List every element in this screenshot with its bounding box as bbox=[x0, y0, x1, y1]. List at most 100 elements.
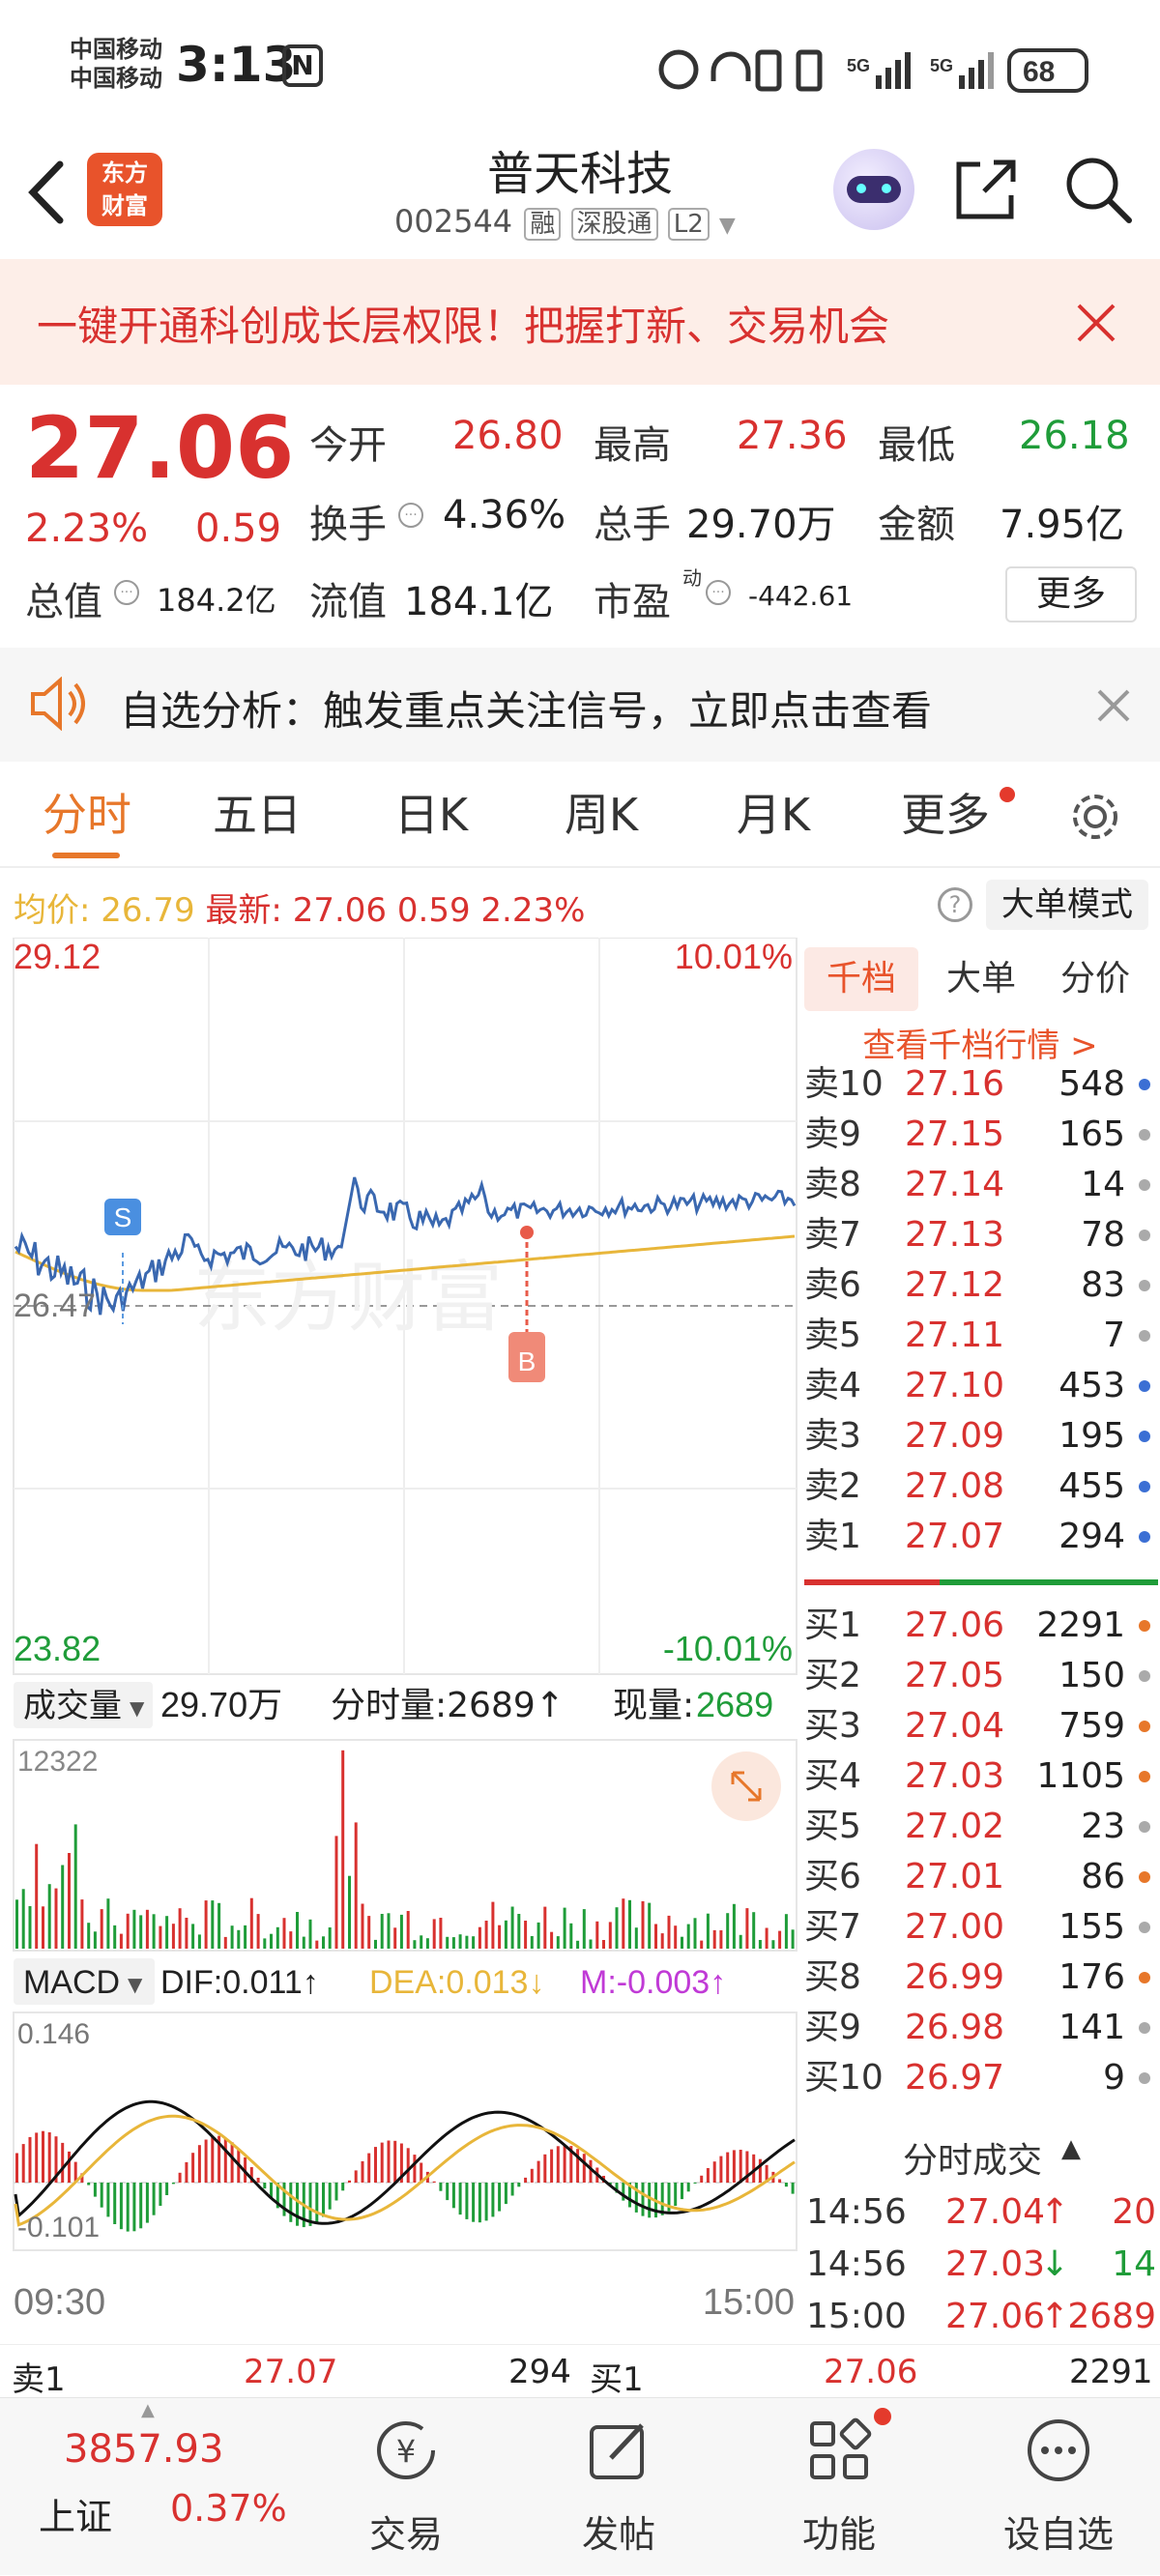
info-icon[interactable]: ··· bbox=[114, 580, 139, 605]
robot-assistant-icon[interactable] bbox=[833, 149, 914, 230]
promo-banner[interactable]: 一键开通科创成长层权限！把握打新、交易机会 bbox=[0, 259, 1160, 385]
intraday-chart[interactable]: 东方财富 S B 29.12 10.01% 26.47 23.82 -10.01… bbox=[0, 938, 800, 2344]
help-icon[interactable]: ? bbox=[938, 887, 972, 922]
tab-depth[interactable]: 千档 bbox=[804, 947, 918, 1011]
macd-bar bbox=[451, 2183, 455, 2209]
network-1-label: 5G bbox=[847, 56, 870, 75]
bid-row[interactable]: 买7 27.00 155 bbox=[800, 1902, 1160, 1953]
search-icon[interactable] bbox=[1061, 153, 1135, 226]
brand-logo[interactable]: 东方 财富 bbox=[87, 153, 162, 226]
volume-bar bbox=[87, 1923, 91, 1949]
chg-value: 0.59 bbox=[396, 891, 471, 930]
bid-row[interactable]: 买2 27.05 150 bbox=[800, 1651, 1160, 1701]
trades-header[interactable]: 分时成交 ▲ bbox=[800, 2127, 1160, 2185]
volume-bar bbox=[113, 1925, 117, 1949]
share-icon[interactable] bbox=[951, 155, 1021, 224]
nav-add-watchlist[interactable]: 设自选 bbox=[957, 2398, 1160, 2576]
bid-level: 买3 bbox=[804, 1706, 861, 1746]
big-order-mode-button[interactable]: 大单模式 bbox=[986, 880, 1148, 930]
tab-monthly-k[interactable]: 月K bbox=[706, 762, 841, 868]
ask-row[interactable]: 卖10 27.16 548 bbox=[800, 1059, 1160, 1110]
macd-bar bbox=[458, 2183, 462, 2215]
last-price: 27.06 bbox=[25, 398, 295, 498]
bid-row[interactable]: 买1 27.06 2291 bbox=[800, 1601, 1160, 1651]
tab-five-day[interactable]: 五日 bbox=[189, 762, 325, 868]
ask-volume: 83 bbox=[1081, 1265, 1125, 1305]
ask-row[interactable]: 卖1 27.07 294 bbox=[800, 1512, 1160, 1562]
back-arrow-icon[interactable] bbox=[21, 159, 70, 226]
macd-bar bbox=[263, 2183, 267, 2189]
chevron-down-icon[interactable]: ▼ bbox=[719, 214, 736, 238]
volume-bar bbox=[230, 1925, 234, 1949]
float-value: 184.1亿 bbox=[404, 580, 554, 624]
macd-bar bbox=[484, 2183, 488, 2221]
ask-row[interactable]: 卖5 27.11 7 bbox=[800, 1311, 1160, 1361]
gear-icon[interactable] bbox=[1067, 789, 1123, 845]
volume-total: 29.70万 bbox=[160, 1685, 282, 1724]
macd-bar bbox=[719, 2156, 723, 2183]
nav-add-watchlist-label: 设自选 bbox=[1002, 2513, 1114, 2556]
macd-bar bbox=[648, 2183, 652, 2218]
nav-post[interactable]: 发帖 bbox=[522, 2398, 715, 2576]
volume-bar bbox=[106, 1898, 110, 1949]
bid-row[interactable]: 买3 27.04 759 bbox=[800, 1701, 1160, 1751]
macd-bar bbox=[641, 2183, 645, 2216]
bid-level: 买10 bbox=[804, 2058, 884, 2098]
volume-bar bbox=[322, 1936, 325, 1949]
more-button[interactable]: 更多 bbox=[1005, 566, 1137, 622]
macd-bar bbox=[282, 2183, 286, 2216]
info-icon[interactable]: ··· bbox=[706, 580, 731, 605]
order-source-dot bbox=[1139, 2072, 1150, 2084]
volume-bar bbox=[93, 1931, 97, 1949]
trade-volume: 20 bbox=[1112, 2192, 1156, 2232]
ask-row[interactable]: 卖2 27.08 455 bbox=[800, 1462, 1160, 1512]
order-source-dot bbox=[1139, 1330, 1150, 1342]
info-icon[interactable]: ··· bbox=[398, 503, 423, 528]
tab-big-orders[interactable]: 大单 bbox=[928, 947, 1034, 1011]
volume-bar bbox=[315, 1940, 319, 1949]
volume-bar bbox=[159, 1925, 162, 1949]
bid-row[interactable]: 买5 27.02 23 bbox=[800, 1802, 1160, 1852]
index-ticker[interactable]: ▲ 3857.93 上证 0.37% bbox=[0, 2398, 309, 2576]
volume-bar bbox=[784, 1914, 788, 1949]
nav-features[interactable]: 功能 bbox=[742, 2398, 936, 2576]
tab-daily-k[interactable]: 日K bbox=[363, 762, 499, 868]
close-icon[interactable] bbox=[1096, 688, 1131, 723]
bid-volume: 141 bbox=[1058, 2008, 1125, 2047]
best-ask-volume: 294 bbox=[508, 2353, 571, 2391]
bid-row[interactable]: 买9 26.98 141 bbox=[800, 2003, 1160, 2053]
tab-price-distribution[interactable]: 分价 bbox=[1042, 947, 1148, 1011]
volume-max-label: 12322 bbox=[17, 1746, 98, 1778]
tab-weekly-k[interactable]: 周K bbox=[534, 762, 669, 868]
macd-bar bbox=[367, 2153, 371, 2183]
order-source-dot bbox=[1139, 1129, 1150, 1141]
bid-row[interactable]: 买4 27.03 1105 bbox=[800, 1751, 1160, 1802]
nav-trade[interactable]: ¥ 交易 bbox=[309, 2398, 503, 2576]
ask-row[interactable]: 卖4 27.10 453 bbox=[800, 1361, 1160, 1411]
volume-bar bbox=[634, 1927, 638, 1949]
macd-bar bbox=[660, 2183, 664, 2215]
bid-row[interactable]: 买6 27.01 86 bbox=[800, 1852, 1160, 1902]
ask-row[interactable]: 卖9 27.15 165 bbox=[800, 1110, 1160, 1160]
ask-row[interactable]: 卖8 27.14 14 bbox=[800, 1160, 1160, 1210]
bid-row[interactable]: 买10 26.97 9 bbox=[800, 2053, 1160, 2103]
app-header: 东方 财富 普天科技 002544 融 深股通 L2 ▼ bbox=[0, 135, 1160, 259]
bottom-nav: ▲ 3857.93 上证 0.37% ¥ 交易 发帖 功能 设自选 bbox=[0, 2397, 1160, 2575]
pe-superscript: 动 bbox=[682, 566, 702, 590]
macd-bar bbox=[726, 2152, 730, 2183]
alert-bar[interactable]: 自选分析：触发重点关注信号，立即点击查看 bbox=[0, 648, 1160, 762]
macd-bar bbox=[674, 2183, 678, 2206]
alarm-icon bbox=[658, 49, 699, 90]
ask-volume: 453 bbox=[1058, 1366, 1125, 1405]
tick-volume: 分时量:2689↑ bbox=[331, 1686, 565, 1725]
ask-row[interactable]: 卖6 27.12 83 bbox=[800, 1260, 1160, 1311]
tab-more[interactable]: 更多 bbox=[878, 762, 1013, 868]
close-icon[interactable] bbox=[1075, 302, 1117, 344]
bid-row[interactable]: 买8 26.99 176 bbox=[800, 1953, 1160, 2003]
ask-price: 27.10 bbox=[905, 1366, 1005, 1405]
macd-bar bbox=[35, 2132, 39, 2183]
ask-row[interactable]: 卖7 27.13 78 bbox=[800, 1210, 1160, 1260]
volume-bar bbox=[791, 1929, 795, 1949]
ask-row[interactable]: 卖3 27.09 195 bbox=[800, 1411, 1160, 1462]
macd-bar bbox=[15, 2153, 18, 2183]
